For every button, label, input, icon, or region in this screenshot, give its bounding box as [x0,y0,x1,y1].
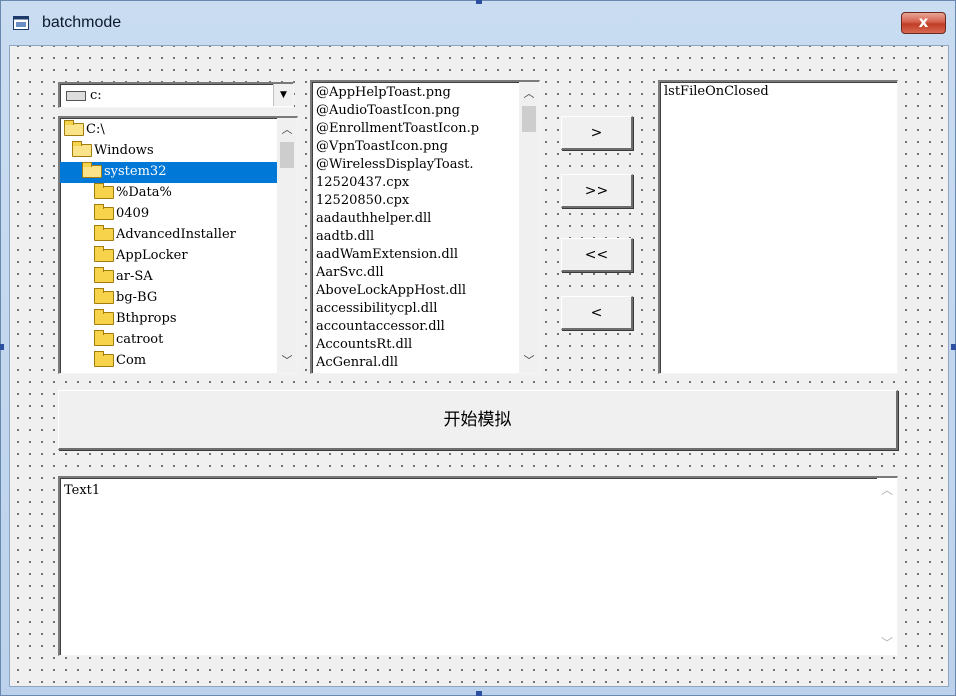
file-item[interactable]: @WirelessDisplayToast. [316,156,474,173]
close-button[interactable]: x [901,12,946,34]
dir-item[interactable]: 0409 [94,204,278,225]
textbox-scrollbar[interactable]: ︿ ﹀ [877,478,897,655]
add-selected-button[interactable]: > [561,116,633,150]
folder-icon [94,183,114,199]
folder-icon [94,288,114,304]
file-item[interactable]: @AppHelpToast.png [316,84,451,101]
folder-icon [94,246,114,262]
resize-handle[interactable] [951,344,956,350]
file-item[interactable]: accountaccessor.dll [316,318,445,335]
close-icon: x [918,13,929,31]
file-item[interactable]: accessibilitycpl.dll [316,300,437,317]
file-item[interactable]: AcGenral.dll [316,354,398,371]
file-item[interactable]: aadauthhelper.dll [316,210,431,227]
folder-icon [94,309,114,325]
dir-item-label: AdvancedInstaller [116,227,236,242]
resize-handle[interactable] [476,0,482,4]
drive-selector[interactable]: c: ▼ [58,82,294,108]
dir-item[interactable]: AdvancedInstaller [94,225,278,246]
dir-item-label: system32 [104,164,167,179]
file-item[interactable]: AarSvc.dll [316,264,384,281]
folder-icon [94,330,114,346]
file-item[interactable]: 12520437.cpx [316,174,409,191]
dir-item-selected[interactable]: system32 [60,162,278,183]
dir-item[interactable]: ar-SA [94,267,278,288]
scrollbar-thumb[interactable] [280,142,294,168]
file-item[interactable]: AboveLockAppHost.dll [316,282,466,299]
dir-item-label: %Data% [116,185,172,200]
dir-item-label: bg-BG [116,290,158,305]
title-bar[interactable]: batchmode x [1,1,955,45]
scroll-down-icon[interactable]: ﹀ [877,633,897,653]
dir-item[interactable]: Com [94,351,278,372]
start-simulation-button[interactable]: 开始模拟 [58,390,898,450]
window: batchmode x c: ▼ C:\ Windows system32 %D… [0,0,956,696]
dir-item[interactable]: catroot [94,330,278,351]
file-item[interactable]: 12520850.cpx [316,192,409,209]
window-title: batchmode [42,14,122,31]
dir-item-label: 0409 [116,206,150,221]
scrollbar-thumb[interactable] [522,106,536,132]
dir-item[interactable]: Bthprops [94,309,278,330]
scroll-down-icon[interactable]: ﹀ [277,351,297,371]
file-item[interactable]: @EnrollmentToastIcon.p [316,120,479,137]
dir-item[interactable]: C:\ [64,120,278,141]
closed-files-list[interactable]: lstFileOnClosed [658,80,898,374]
scroll-up-icon[interactable]: ︿ [877,480,897,500]
file-item[interactable]: aadWamExtension.dll [316,246,458,263]
resize-handle[interactable] [0,344,4,350]
scroll-up-icon[interactable]: ︿ [519,84,539,104]
drive-icon [66,91,86,101]
dir-item[interactable]: AppLocker [94,246,278,267]
form-client-area: c: ▼ C:\ Windows system32 %Data% 0409 Ad… [9,45,949,687]
chevron-down-icon[interactable]: ▼ [273,84,293,106]
dir-item-label: Com [116,353,147,368]
add-all-button[interactable]: >> [561,174,633,208]
app-icon [13,16,29,30]
dir-list-scrollbar[interactable]: ︿ ﹀ [277,118,297,373]
file-item[interactable]: @AudioToastIcon.png [316,102,460,119]
dir-item-label: Bthprops [116,311,177,326]
scroll-down-icon[interactable]: ﹀ [519,351,539,371]
dir-item-label: ar-SA [116,269,153,284]
scroll-up-icon[interactable]: ︿ [277,120,297,140]
folder-icon [94,225,114,241]
folder-open-icon [64,120,84,136]
resize-handle[interactable] [476,691,482,696]
dir-item[interactable]: bg-BG [94,288,278,309]
folder-icon [94,204,114,220]
directory-list[interactable]: C:\ Windows system32 %Data% 0409 Advance… [58,116,298,374]
remove-selected-button[interactable]: < [561,296,633,330]
list-item[interactable]: lstFileOnClosed [664,84,769,99]
drive-value: c: [90,88,102,103]
file-list-scrollbar[interactable]: ︿ ﹀ [519,82,539,373]
folder-open-icon [72,141,92,157]
folder-open-icon [82,162,102,178]
file-item[interactable]: aadtb.dll [316,228,374,245]
file-list[interactable]: @AppHelpToast.png @AudioToastIcon.png @E… [310,80,540,374]
output-textbox[interactable]: Text1 ︿ ﹀ [58,476,898,656]
dir-item-label: C:\ [86,122,105,137]
file-item[interactable]: @VpnToastIcon.png [316,138,448,155]
dir-item-label: Windows [94,143,154,158]
folder-icon [94,267,114,283]
textbox-value: Text1 [64,483,101,498]
folder-icon [94,351,114,367]
dir-item[interactable]: Windows [72,141,278,162]
dir-item[interactable]: %Data% [94,183,278,204]
dir-item-label: AppLocker [116,248,188,263]
remove-all-button[interactable]: << [561,238,633,272]
file-item[interactable]: AccountsRt.dll [316,336,412,353]
dir-item-label: catroot [116,332,164,347]
